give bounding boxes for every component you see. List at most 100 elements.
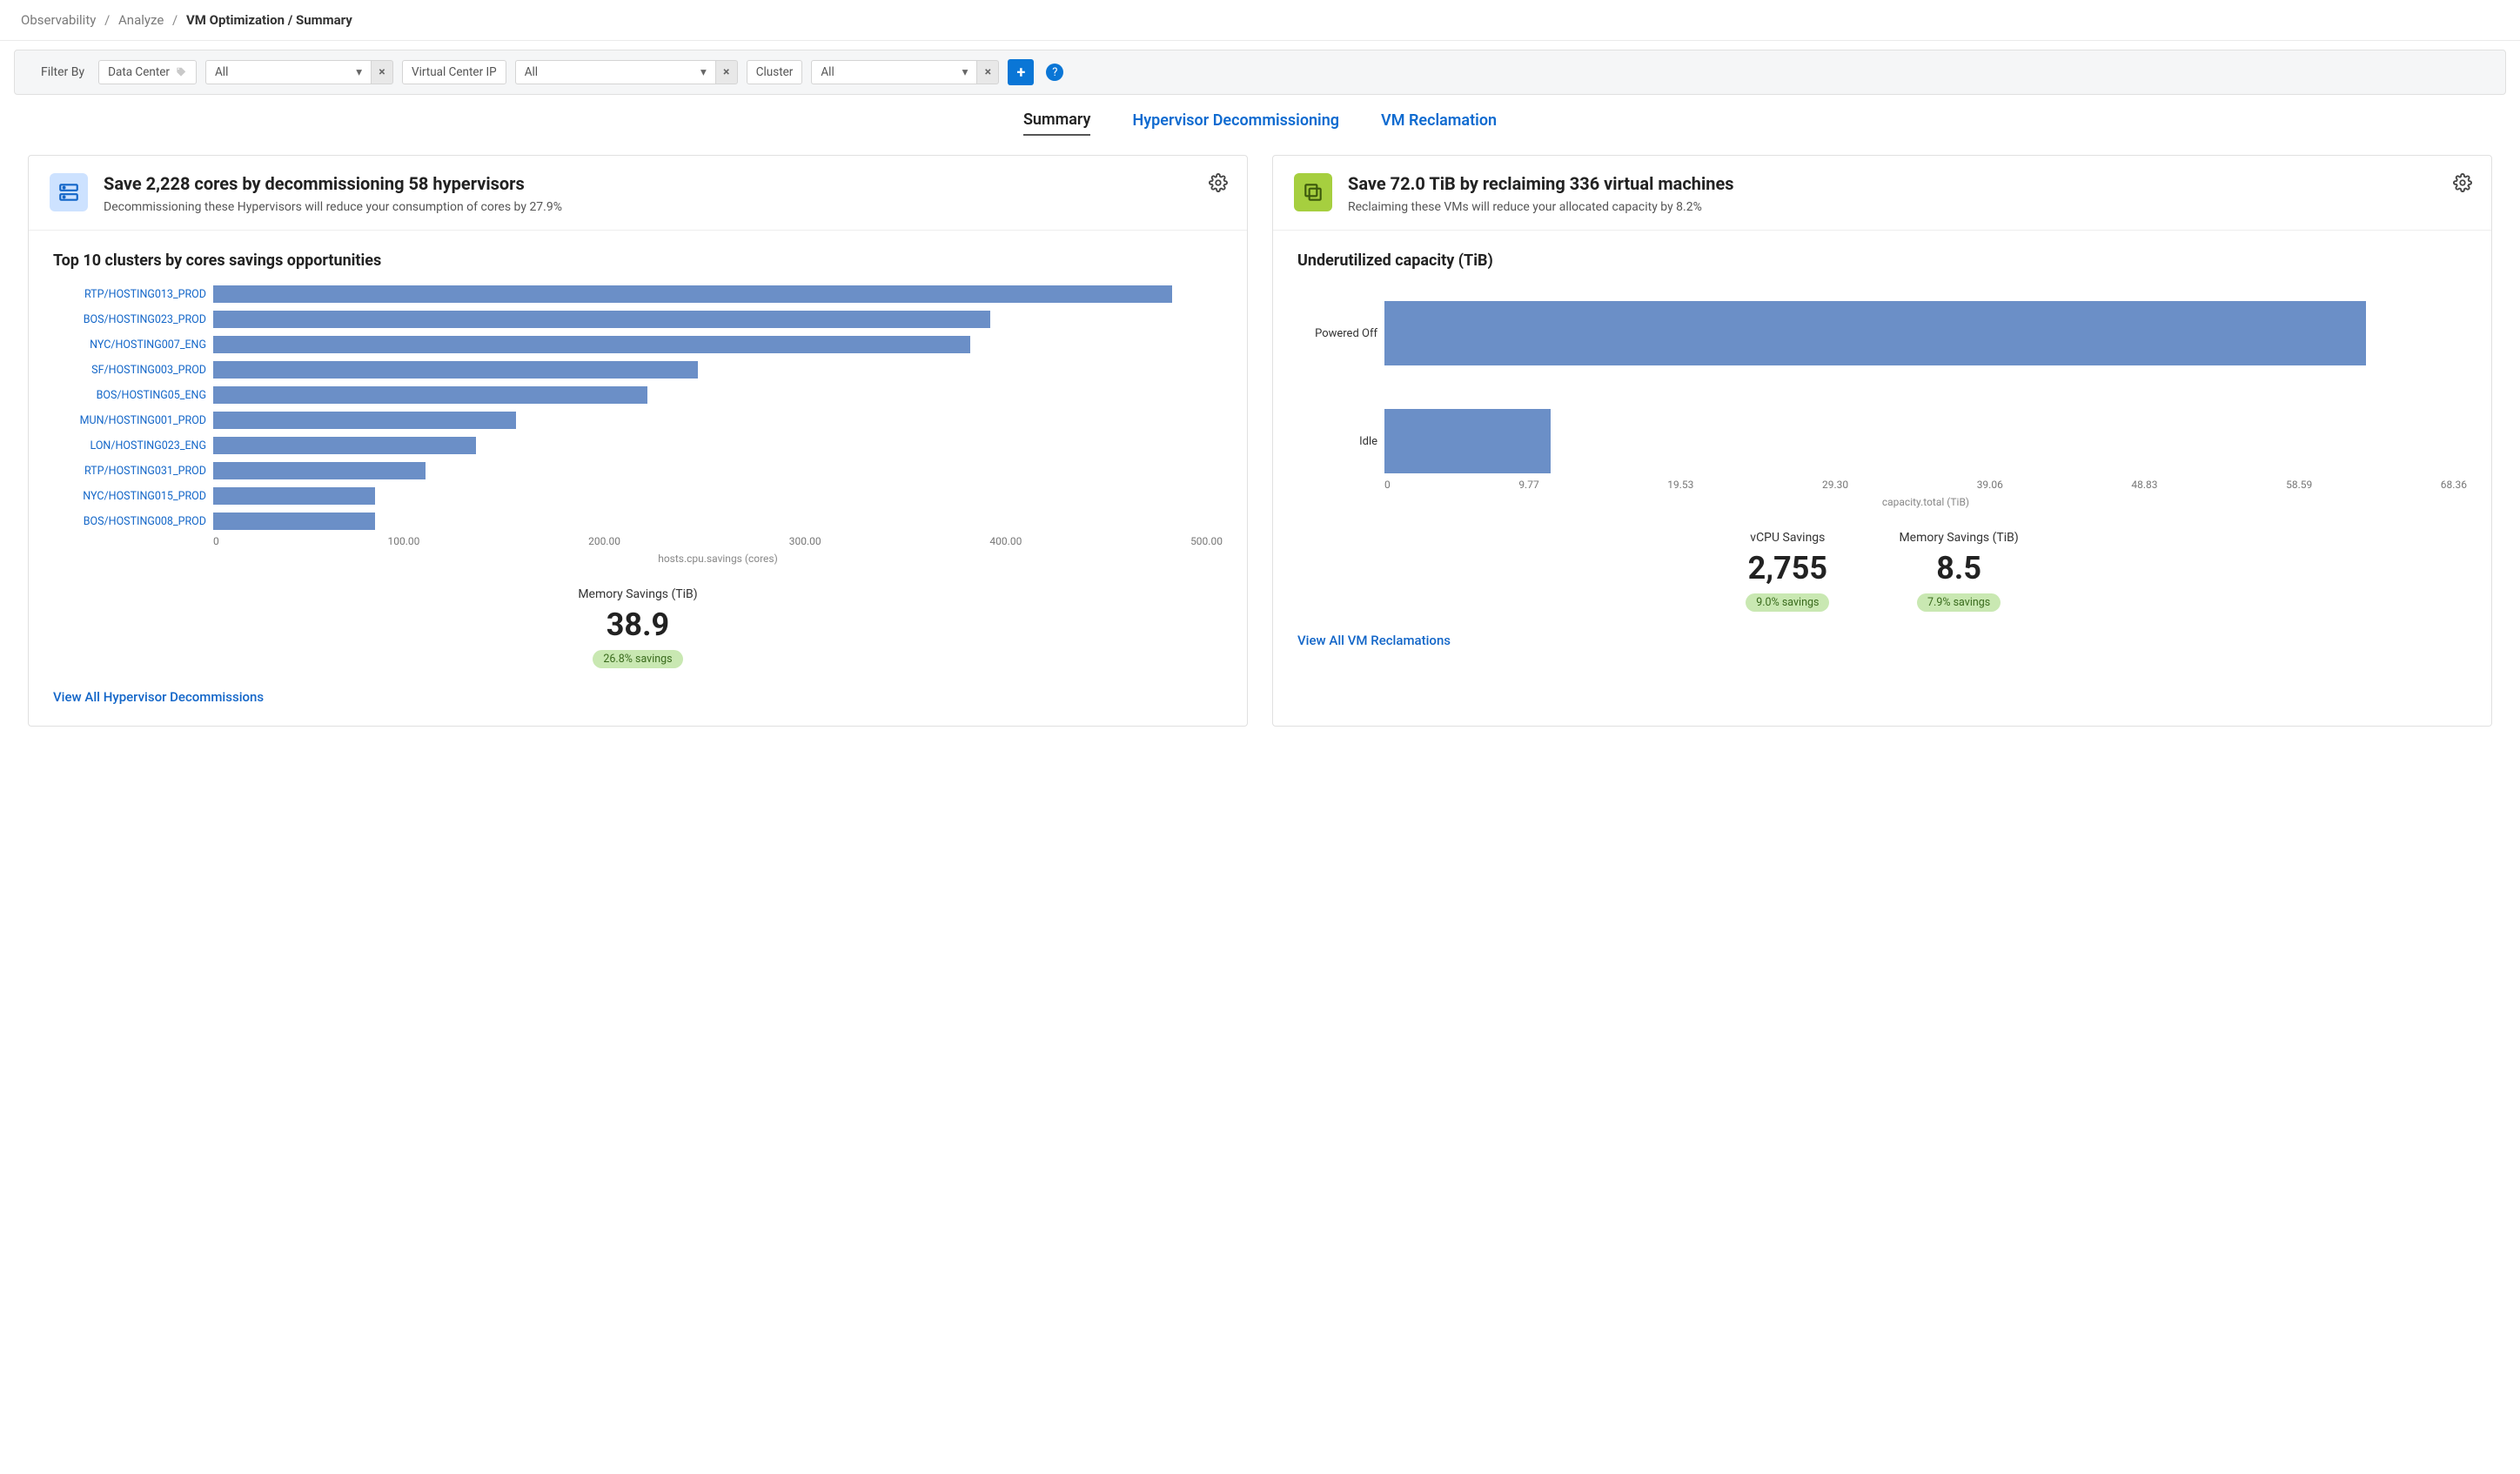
- caret-down-icon: ▾: [356, 65, 362, 79]
- metric-label: vCPU Savings: [1746, 531, 1829, 545]
- chart-bar-label[interactable]: NYC/HOSTING007_ENG: [53, 338, 206, 352]
- chart-bar-label[interactable]: MUN/HOSTING001_PROD: [53, 414, 206, 427]
- gear-icon: [1209, 173, 1228, 192]
- chart-bar-label[interactable]: BOS/HOSTING05_ENG: [53, 389, 206, 402]
- metric-value: 38.9: [578, 606, 697, 643]
- card-subtitle: Reclaiming these VMs will reduce your al…: [1348, 200, 1734, 214]
- chart-bar: [1384, 409, 1551, 473]
- chart-capacity: Powered OffIdle: [1297, 285, 2467, 473]
- chart-title: Underutilized capacity (TiB): [1297, 251, 2467, 270]
- axis-tick: 48.83: [2131, 479, 2157, 494]
- tag-icon: [175, 66, 187, 78]
- vm-icon: [1294, 173, 1332, 211]
- chart-bar-row: BOS/HOSTING023_PROD: [53, 311, 1223, 328]
- chart-bar-label[interactable]: LON/HOSTING023_ENG: [53, 439, 206, 452]
- metric-label: Memory Savings (TiB): [1899, 531, 2018, 545]
- chart-bar-label[interactable]: BOS/HOSTING023_PROD: [53, 313, 206, 326]
- chart-bar: [213, 412, 516, 429]
- close-icon: ×: [723, 65, 729, 79]
- metric-badge: 9.0% savings: [1746, 593, 1829, 612]
- chart-bar-track: [213, 336, 1223, 353]
- close-icon: ×: [379, 65, 385, 79]
- chart-bar: [213, 285, 1172, 303]
- plus-icon: +: [1016, 64, 1025, 82]
- chart-bar: [213, 311, 990, 328]
- chart-bar-row: NYC/HOSTING015_PROD: [53, 487, 1223, 505]
- breadcrumb-item[interactable]: Observability: [21, 12, 96, 28]
- chart-bar-label[interactable]: RTP/HOSTING031_PROD: [53, 465, 206, 478]
- chart-bar-row: RTP/HOSTING031_PROD: [53, 462, 1223, 479]
- filter-key-virtualcenterip[interactable]: Virtual Center IP: [402, 60, 506, 84]
- filter-remove-cluster[interactable]: ×: [976, 60, 999, 84]
- help-button[interactable]: ?: [1046, 64, 1063, 81]
- filter-value-datacenter[interactable]: All▾: [205, 60, 371, 84]
- card-title: Save 2,228 cores by decommissioning 58 h…: [104, 173, 562, 195]
- axis-tick: 19.53: [1667, 479, 1693, 494]
- card-vm-reclamation: Save 72.0 TiB by reclaiming 336 virtual …: [1272, 155, 2492, 727]
- chart-bar-row: SF/HOSTING003_PROD: [53, 361, 1223, 379]
- chart-bar-track: [213, 311, 1223, 328]
- breadcrumb-item[interactable]: Analyze: [118, 12, 164, 28]
- chart-bar-track: [213, 386, 1223, 404]
- axis-tick: 0: [1384, 479, 1391, 494]
- chart-bar-row: BOS/HOSTING05_ENG: [53, 386, 1223, 404]
- chart-bar: [213, 336, 970, 353]
- card-settings-button[interactable]: [2453, 173, 2472, 192]
- tab-vm-reclamation[interactable]: VM Reclamation: [1381, 106, 1497, 135]
- tab-bar: Summary Hypervisor Decommissioning VM Re…: [0, 95, 2520, 143]
- chart-bar-track: [213, 487, 1223, 505]
- x-axis-label: hosts.cpu.savings (cores): [213, 553, 1223, 565]
- chart-bar-track: [1384, 409, 2467, 473]
- metric-memory-savings: Memory Savings (TiB) 38.9 26.8% savings: [578, 587, 697, 668]
- chart-bar-row: BOS/HOSTING008_PROD: [53, 513, 1223, 530]
- chart-bar: [213, 386, 647, 404]
- gear-icon: [2453, 173, 2472, 192]
- filter-remove-virtualcenterip[interactable]: ×: [715, 60, 738, 84]
- chart-bar: [213, 361, 698, 379]
- chart-bar: [213, 487, 375, 505]
- chart-bar-row: Idle: [1297, 409, 2467, 473]
- axis-tick: 39.06: [1977, 479, 2003, 494]
- metric-vcpu-savings: vCPU Savings 2,755 9.0% savings: [1746, 531, 1829, 612]
- filter-key-cluster[interactable]: Cluster: [747, 60, 803, 84]
- chart-bar-track: [1384, 301, 2467, 365]
- tab-summary[interactable]: Summary: [1023, 105, 1091, 136]
- filter-key-datacenter[interactable]: Data Center: [98, 60, 197, 84]
- chart-bar-label: Idle: [1297, 435, 1377, 448]
- chart-bar-label[interactable]: RTP/HOSTING013_PROD: [53, 288, 206, 301]
- axis-tick: 400.00: [989, 535, 1022, 551]
- view-all-hypervisors-link[interactable]: View All Hypervisor Decommissions: [53, 689, 264, 705]
- chart-bar: [213, 462, 426, 479]
- metric-badge: 26.8% savings: [593, 650, 682, 668]
- axis-tick: 200.00: [588, 535, 620, 551]
- tab-hypervisor-decommissioning[interactable]: Hypervisor Decommissioning: [1132, 106, 1339, 135]
- chart-bar-label[interactable]: SF/HOSTING003_PROD: [53, 364, 206, 377]
- chart-bar-track: [213, 513, 1223, 530]
- chart-bar-track: [213, 285, 1223, 303]
- x-axis: 0100.00200.00300.00400.00500.00: [213, 535, 1223, 551]
- chart-bar-row: RTP/HOSTING013_PROD: [53, 285, 1223, 303]
- server-icon: [50, 173, 88, 211]
- card-settings-button[interactable]: [1209, 173, 1228, 192]
- filter-value-cluster[interactable]: All▾: [811, 60, 976, 84]
- chart-title: Top 10 clusters by cores savings opportu…: [53, 251, 1223, 270]
- axis-tick: 500.00: [1190, 535, 1223, 551]
- chart-bar-label[interactable]: NYC/HOSTING015_PROD: [53, 490, 206, 503]
- breadcrumb-current: VM Optimization / Summary: [186, 12, 352, 28]
- axis-tick: 68.36: [2441, 479, 2467, 494]
- chart-bar-row: NYC/HOSTING007_ENG: [53, 336, 1223, 353]
- metric-label: Memory Savings (TiB): [578, 587, 697, 601]
- filter-remove-datacenter[interactable]: ×: [371, 60, 393, 84]
- chart-bar-row: MUN/HOSTING001_PROD: [53, 412, 1223, 429]
- add-filter-button[interactable]: +: [1008, 59, 1034, 85]
- chart-bar-label[interactable]: BOS/HOSTING008_PROD: [53, 515, 206, 528]
- filter-value-virtualcenterip[interactable]: All▾: [515, 60, 715, 84]
- metric-value: 8.5: [1899, 550, 2018, 586]
- chart-clusters: RTP/HOSTING013_PROD BOS/HOSTING023_PROD NY…: [53, 285, 1223, 530]
- caret-down-icon: ▾: [700, 65, 707, 79]
- chart-bar-track: [213, 462, 1223, 479]
- axis-tick: 100.00: [388, 535, 420, 551]
- axis-tick: 9.77: [1518, 479, 1538, 494]
- view-all-reclamations-link[interactable]: View All VM Reclamations: [1297, 633, 1451, 648]
- chart-bar-track: [213, 361, 1223, 379]
